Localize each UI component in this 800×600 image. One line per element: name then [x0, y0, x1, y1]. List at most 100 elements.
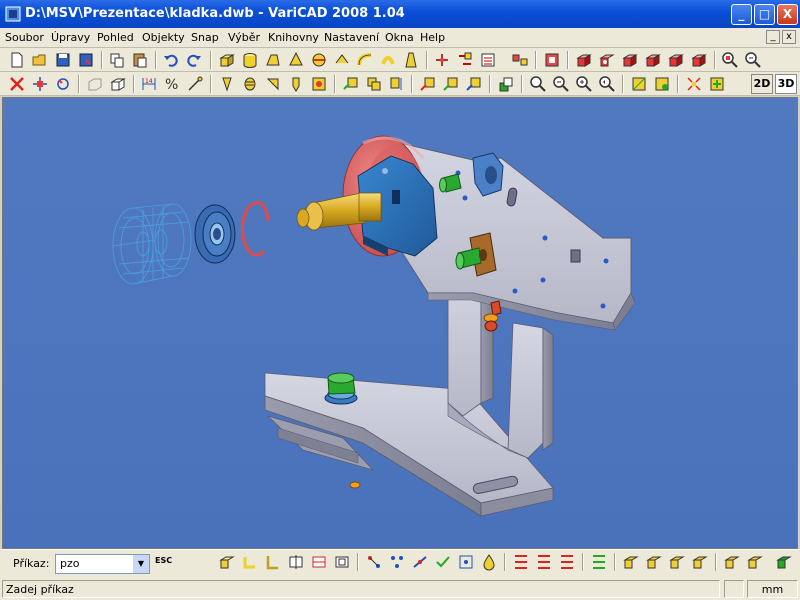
mode-2d-button[interactable]: 2D — [751, 74, 773, 94]
dimension-icon[interactable]: 14 — [140, 75, 158, 93]
measure-icon[interactable] — [186, 75, 204, 93]
copy-icon[interactable] — [108, 51, 126, 69]
chamfer-solid-icon[interactable] — [667, 51, 685, 69]
view-front-icon[interactable] — [622, 553, 640, 571]
revolve-solid-icon[interactable] — [333, 51, 351, 69]
document-minimize-button[interactable]: _ — [766, 30, 780, 44]
cone-solid-icon[interactable] — [287, 51, 305, 69]
small-nut[interactable] — [349, 481, 361, 489]
zoom-out-icon[interactable] — [552, 75, 570, 93]
group-objects-icon[interactable] — [511, 51, 529, 69]
select-crossing-icon[interactable] — [558, 553, 576, 571]
menu-snap[interactable]: Snap — [191, 31, 219, 44]
zoom-icon[interactable] — [529, 75, 547, 93]
shell-solid-icon[interactable] — [690, 51, 708, 69]
insert-part-icon[interactable] — [342, 75, 360, 93]
snap-mid-icon[interactable] — [457, 553, 475, 571]
menu-objekty[interactable]: Objekty — [142, 31, 185, 44]
3d-viewport[interactable] — [2, 97, 798, 549]
esc-button[interactable]: ESC — [155, 556, 172, 565]
save-as-icon[interactable] — [77, 51, 95, 69]
view-top-icon[interactable] — [645, 553, 663, 571]
layers-icon[interactable] — [497, 75, 515, 93]
minimize-button[interactable]: _ — [731, 4, 752, 25]
select-list-icon[interactable] — [590, 553, 608, 571]
constraint-icon[interactable] — [419, 75, 437, 93]
hole-icon[interactable] — [310, 75, 328, 93]
snap-ring[interactable] — [241, 201, 270, 257]
color-drop-icon[interactable] — [480, 553, 498, 571]
view-options-icon[interactable] — [630, 75, 648, 93]
detail-view-icon[interactable] — [310, 553, 328, 571]
zoom-previous-icon[interactable] — [598, 75, 616, 93]
command-input[interactable]: pzo ▼ — [55, 554, 150, 574]
mirror-part-icon[interactable] — [388, 75, 406, 93]
zoom-all-icon[interactable] — [721, 51, 739, 69]
menu-upravy[interactable]: Úpravy — [51, 31, 90, 44]
loft-solid-icon[interactable] — [402, 51, 420, 69]
save-icon[interactable] — [54, 51, 72, 69]
percent-icon[interactable]: % — [163, 75, 181, 93]
snap-edges-icon[interactable] — [411, 553, 429, 571]
menu-vyber[interactable]: Výběr — [228, 31, 260, 44]
menu-okna[interactable]: Okna — [385, 31, 414, 44]
angle-profile-icon[interactable] — [264, 553, 282, 571]
helix-solid-icon[interactable] — [379, 51, 397, 69]
zoom-window-icon[interactable] — [744, 51, 762, 69]
snap-check-icon[interactable] — [434, 553, 452, 571]
menu-pohled[interactable]: Pohled — [97, 31, 134, 44]
snap-objects-icon[interactable] — [365, 553, 383, 571]
fillet-solid-icon[interactable] — [644, 51, 662, 69]
varicad-app-icon[interactable] — [5, 6, 21, 22]
explode-view-icon[interactable] — [685, 75, 703, 93]
boolean-add-icon[interactable] — [575, 51, 593, 69]
constraint-edit-icon[interactable] — [442, 75, 460, 93]
select-window-icon[interactable] — [535, 553, 553, 571]
constraint-delete-icon[interactable] — [465, 75, 483, 93]
frame-view-icon[interactable] — [333, 553, 351, 571]
extrude-icon[interactable] — [241, 553, 259, 571]
shaft-icon[interactable] — [218, 75, 236, 93]
prism-solid-icon[interactable] — [264, 51, 282, 69]
transform-icon[interactable] — [456, 51, 474, 69]
split-view-icon[interactable] — [433, 51, 451, 69]
box-wire-icon[interactable] — [109, 75, 127, 93]
snap-points-icon[interactable] — [388, 553, 406, 571]
wireframe-bearing[interactable] — [112, 203, 192, 285]
boolean-cut-icon[interactable] — [621, 51, 639, 69]
menu-nastaveni[interactable]: Nastavení — [324, 31, 379, 44]
restore-view-icon[interactable] — [746, 553, 764, 571]
section-view-icon[interactable] — [287, 553, 305, 571]
box-solid-icon[interactable] — [218, 51, 236, 69]
new-file-icon[interactable] — [8, 51, 26, 69]
paste-icon[interactable] — [131, 51, 149, 69]
boolean-subtract-icon[interactable] — [598, 51, 616, 69]
rib-icon[interactable] — [264, 75, 282, 93]
mode-3d-button[interactable]: 3D — [775, 74, 797, 94]
document-close-button[interactable]: x — [782, 30, 796, 44]
zoom-in-icon[interactable] — [575, 75, 593, 93]
drill-icon[interactable] — [287, 75, 305, 93]
select-all-icon[interactable] — [512, 553, 530, 571]
close-button[interactable]: X — [777, 4, 798, 25]
parts-list-icon[interactable] — [479, 51, 497, 69]
collapse-view-icon[interactable] — [708, 75, 726, 93]
chevron-down-icon[interactable]: ▼ — [133, 555, 149, 573]
redo-icon[interactable] — [185, 51, 203, 69]
box-solid-icon[interactable] — [218, 553, 236, 571]
view-side-icon[interactable] — [668, 553, 686, 571]
rotate-icon[interactable] — [54, 75, 72, 93]
maximize-button[interactable]: □ — [754, 4, 775, 25]
move-icon[interactable] — [31, 75, 49, 93]
shading-icon[interactable] — [653, 75, 671, 93]
settings-icon[interactable] — [775, 553, 793, 571]
sphere-solid-icon[interactable] — [310, 51, 328, 69]
pipe-solid-icon[interactable] — [356, 51, 374, 69]
menu-help[interactable]: Help — [420, 31, 445, 44]
box-outline-icon[interactable] — [86, 75, 104, 93]
undo-icon[interactable] — [162, 51, 180, 69]
menu-soubor[interactable]: Soubor — [5, 31, 44, 44]
delete-icon[interactable] — [8, 75, 26, 93]
bearing[interactable] — [194, 204, 236, 264]
open-folder-icon[interactable] — [31, 51, 49, 69]
